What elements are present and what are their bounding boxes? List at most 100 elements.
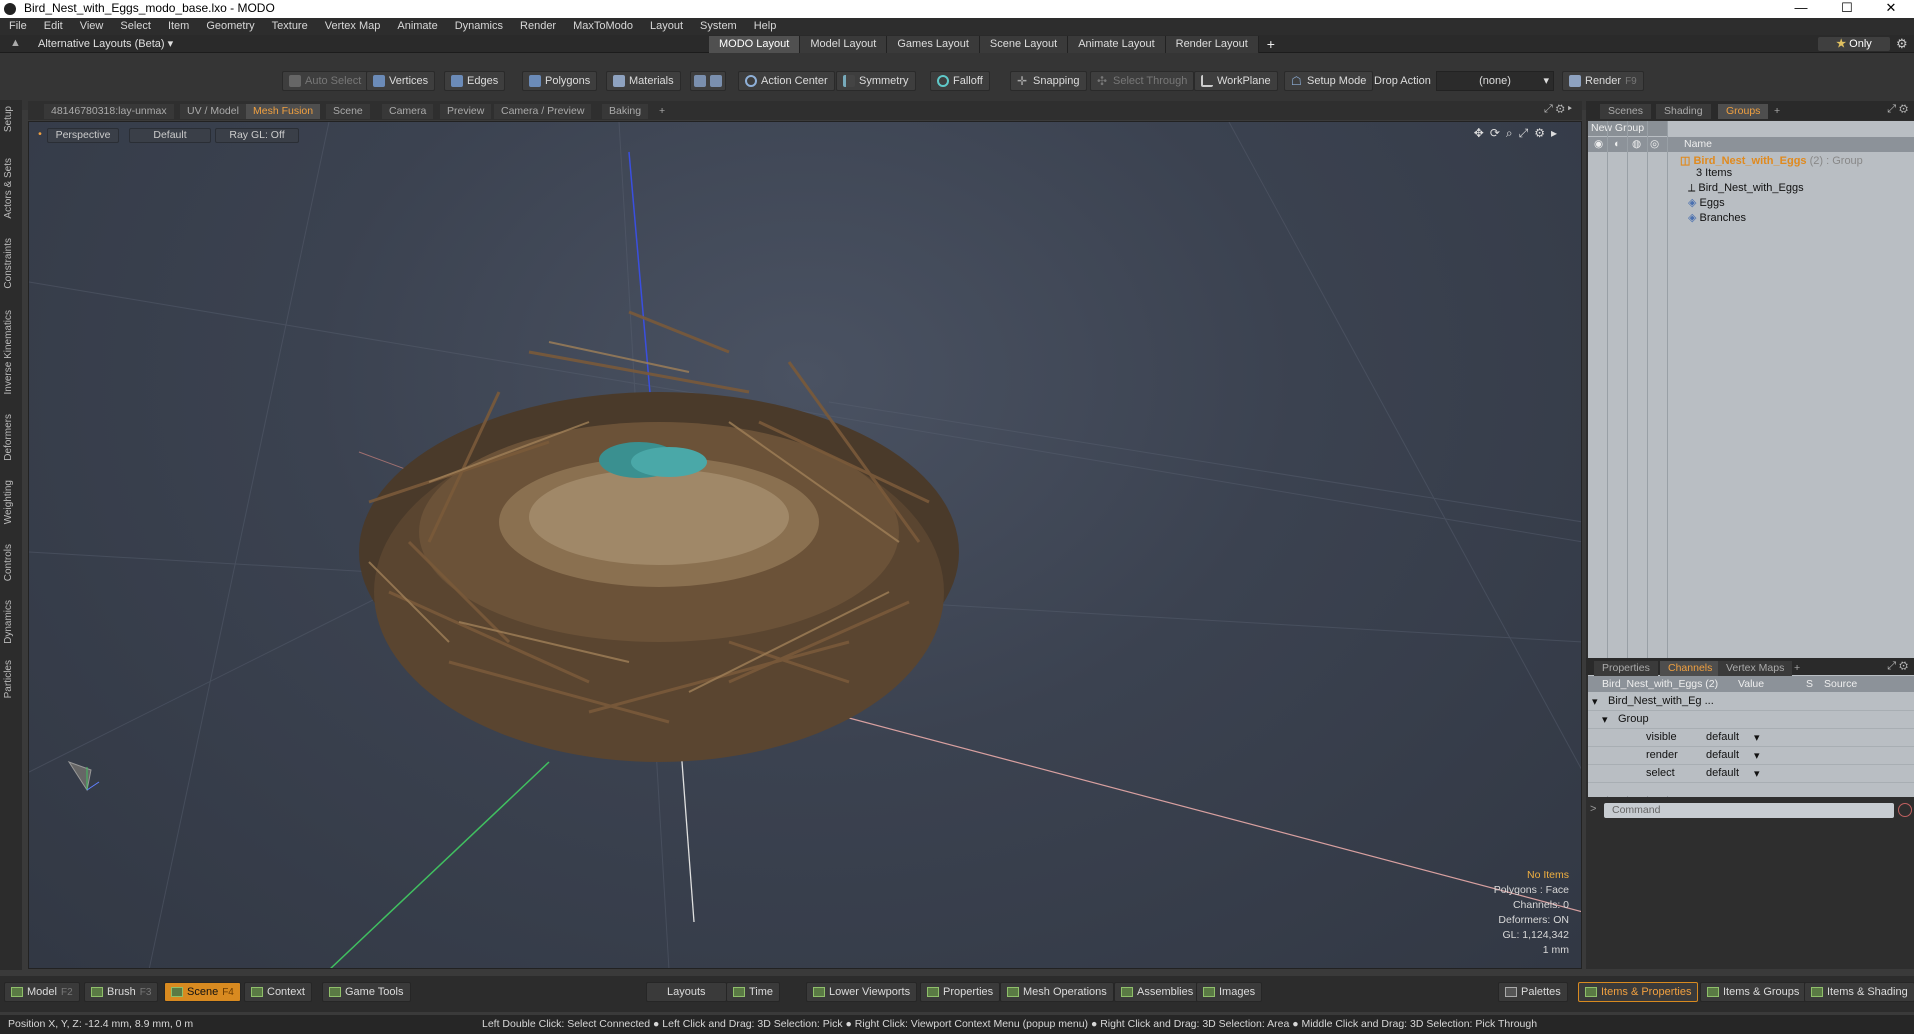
tab-preview[interactable]: Preview bbox=[440, 104, 492, 119]
tab-channels[interactable]: Channels bbox=[1660, 661, 1721, 676]
tab-properties[interactable]: Properties bbox=[1594, 661, 1658, 676]
chevron-down-icon[interactable]: ▾ bbox=[1754, 749, 1760, 762]
menu-view[interactable]: View bbox=[71, 18, 112, 32]
tab-lay-unmax[interactable]: 48146780318:lay-unmax bbox=[44, 104, 174, 119]
materials-button[interactable]: Materials bbox=[606, 71, 681, 91]
channel-value[interactable]: default bbox=[1706, 731, 1739, 743]
list-item[interactable]: ⟂ Bird_Nest_with_Eggs bbox=[1688, 182, 1804, 195]
vtab-setup[interactable]: Setup bbox=[3, 106, 14, 132]
menu-render[interactable]: Render bbox=[511, 18, 564, 32]
edges-button[interactable]: Edges bbox=[444, 71, 506, 91]
tab-shading[interactable]: Shading bbox=[1656, 104, 1711, 119]
symmetry-button[interactable]: Symmetry bbox=[836, 71, 916, 91]
tab-mesh-fusion[interactable]: Mesh Fusion bbox=[246, 104, 321, 119]
vtab-controls[interactable]: Controls bbox=[3, 544, 14, 581]
view-type-select[interactable]: Perspective bbox=[47, 128, 119, 143]
shading-select[interactable]: Default bbox=[129, 128, 211, 143]
tab-groups[interactable]: Groups bbox=[1718, 104, 1769, 119]
setup-mode-button[interactable]: ☖ Setup Mode bbox=[1284, 71, 1374, 91]
tab-scene[interactable]: Scene bbox=[326, 104, 370, 119]
scene-button[interactable]: Scene F4 bbox=[164, 982, 241, 1002]
vtab-inverse-kinematics[interactable]: Inverse Kinematics bbox=[3, 310, 14, 394]
alternative-layouts-dropdown[interactable]: Alternative Layouts (Beta) ▾ bbox=[38, 37, 173, 50]
tab-scene-layout[interactable]: Scene Layout bbox=[979, 36, 1069, 53]
minimize-button[interactable]: — bbox=[1778, 0, 1824, 18]
tab-uv-model[interactable]: UV / Model bbox=[180, 104, 246, 119]
menu-system[interactable]: System bbox=[691, 18, 745, 32]
viewport-expand-icon[interactable]: ⤢ ⚙ ▸ bbox=[1544, 103, 1572, 116]
menu-maxtomodo[interactable]: MaxToModo bbox=[564, 18, 641, 32]
viewport-nav-icons[interactable]: ✥⟳⌕⤢⚙▸ bbox=[1474, 126, 1563, 141]
workplane-button[interactable]: WorkPlane bbox=[1194, 71, 1278, 91]
snapping-button[interactable]: ✛ Snapping bbox=[1010, 71, 1087, 91]
3d-viewport[interactable]: • Perspective Default Ray GL: Off ✥⟳⌕⤢⚙▸… bbox=[28, 121, 1582, 969]
vtab-constraints[interactable]: Constraints bbox=[3, 238, 14, 289]
pin-icon[interactable]: ▲ bbox=[10, 37, 21, 49]
lower-viewports-button[interactable]: Lower Viewports bbox=[806, 982, 918, 1002]
menu-select[interactable]: Select bbox=[111, 18, 159, 32]
panel-expand-icon[interactable]: ⤢ ⚙ bbox=[1887, 103, 1908, 116]
mesh-operations-button[interactable]: Mesh Operations bbox=[1000, 982, 1114, 1002]
add-tab-button[interactable]: + bbox=[652, 104, 672, 119]
tab-modo-layout[interactable]: MODO Layout bbox=[709, 36, 801, 53]
images-button[interactable]: Images bbox=[1196, 982, 1263, 1002]
vtab-dynamics[interactable]: Dynamics bbox=[3, 600, 14, 644]
tab-model-layout[interactable]: Model Layout bbox=[800, 36, 888, 53]
properties-button[interactable]: Properties bbox=[920, 982, 1001, 1002]
menu-animate[interactable]: Animate bbox=[388, 18, 445, 32]
layouts-button[interactable]: Layouts bbox=[646, 982, 727, 1002]
tab-baking[interactable]: Baking bbox=[602, 104, 649, 119]
list-item[interactable]: ◈ Eggs bbox=[1688, 196, 1725, 209]
items-properties-button[interactable]: Items & Properties bbox=[1578, 982, 1699, 1002]
items-shading-button[interactable]: Items & Shading bbox=[1804, 982, 1914, 1002]
render-button[interactable]: Render F9 bbox=[1562, 71, 1644, 91]
gear-icon[interactable]: ⚙ bbox=[1896, 36, 1908, 52]
channel-group-row[interactable]: ▾ Group bbox=[1588, 711, 1914, 729]
menu-vertex-map[interactable]: Vertex Map bbox=[316, 18, 389, 32]
viewport-menu-icon[interactable]: • bbox=[35, 128, 45, 143]
table-row[interactable]: select default ▾ bbox=[1588, 765, 1914, 783]
menu-layout[interactable]: Layout bbox=[641, 18, 691, 32]
command-input[interactable]: Command bbox=[1604, 803, 1894, 818]
props-expand-icon[interactable]: ⤢ ⚙ bbox=[1887, 660, 1908, 673]
tab-render-layout[interactable]: Render Layout bbox=[1165, 36, 1259, 53]
game-tools-button[interactable]: Game Tools bbox=[322, 982, 411, 1002]
tab-animate-layout[interactable]: Animate Layout bbox=[1068, 36, 1166, 53]
tab-camera[interactable]: Camera bbox=[382, 104, 434, 119]
select-through-button[interactable]: ✣ Select Through bbox=[1090, 71, 1195, 91]
menu-dynamics[interactable]: Dynamics bbox=[446, 18, 511, 32]
model-button[interactable]: Model F2 bbox=[4, 982, 80, 1002]
channel-value[interactable]: default bbox=[1706, 749, 1739, 761]
vtab-particles[interactable]: Particles bbox=[3, 660, 14, 698]
close-button[interactable]: ✕ bbox=[1868, 0, 1914, 18]
time-button[interactable]: Time bbox=[726, 982, 781, 1002]
tab-vertex-maps[interactable]: Vertex Maps bbox=[1718, 661, 1793, 676]
table-row[interactable]: render default ▾ bbox=[1588, 747, 1914, 765]
menu-geometry[interactable]: Geometry bbox=[197, 18, 262, 32]
maximize-button[interactable]: ☐ bbox=[1824, 0, 1870, 18]
menu-item[interactable]: Item bbox=[159, 18, 197, 32]
menu-texture[interactable]: Texture bbox=[263, 18, 316, 32]
chevron-down-icon[interactable]: ▾ bbox=[1754, 731, 1760, 744]
add-right-tab-button[interactable]: + bbox=[1766, 104, 1788, 119]
vertices-button[interactable]: Vertices bbox=[366, 71, 436, 91]
items-groups-button[interactable]: Items & Groups bbox=[1700, 982, 1807, 1002]
context-button[interactable]: Context bbox=[244, 982, 312, 1002]
falloff-button[interactable]: Falloff bbox=[930, 71, 990, 91]
group-root-row[interactable]: ◫ Bird_Nest_with_Eggs (2) : Group bbox=[1680, 154, 1863, 167]
channel-value[interactable]: default bbox=[1706, 767, 1739, 779]
drop-action-select[interactable]: (none) ▾ bbox=[1436, 71, 1554, 91]
add-layout-button[interactable]: + bbox=[1259, 36, 1283, 53]
menu-help[interactable]: Help bbox=[745, 18, 785, 32]
auto-select-button[interactable]: Auto Select bbox=[282, 71, 369, 91]
item-mode-button[interactable] bbox=[690, 71, 726, 91]
chevron-down-icon[interactable]: ▾ bbox=[1754, 767, 1760, 780]
tab-scenes[interactable]: Scenes bbox=[1600, 104, 1652, 119]
only-button[interactable]: ★ Only bbox=[1818, 37, 1890, 51]
polygons-button[interactable]: Polygons bbox=[522, 71, 598, 91]
channel-item-row[interactable]: ▾ Bird_Nest_with_Eg ... bbox=[1588, 693, 1914, 711]
tab-camera-preview[interactable]: Camera / Preview bbox=[494, 104, 592, 119]
assemblies-button[interactable]: Assemblies bbox=[1114, 982, 1201, 1002]
list-item[interactable]: ◈ Branches bbox=[1688, 211, 1746, 224]
palettes-button[interactable]: Palettes bbox=[1498, 982, 1568, 1002]
